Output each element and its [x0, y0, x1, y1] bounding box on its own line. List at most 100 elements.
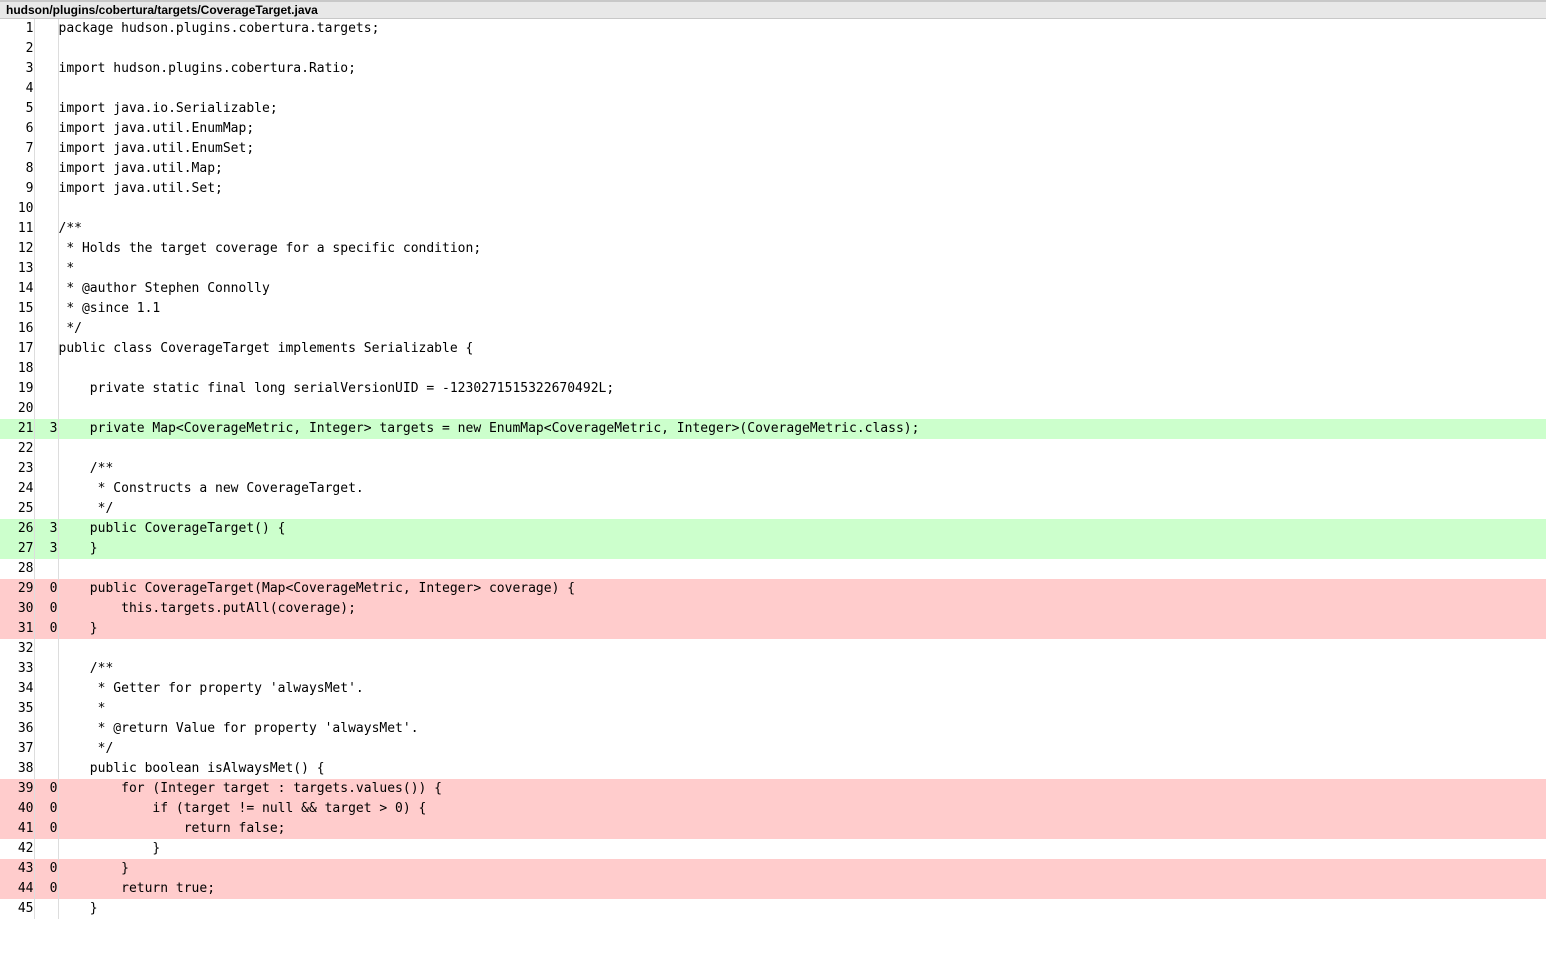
line-number: 31	[0, 619, 34, 639]
hit-count	[34, 379, 58, 399]
line-number: 36	[0, 719, 34, 739]
code-content[interactable]	[58, 439, 1546, 459]
line-number: 12	[0, 239, 34, 259]
code-line: 3import hudson.plugins.cobertura.Ratio;	[0, 59, 1546, 79]
code-line: 410 return false;	[0, 819, 1546, 839]
code-content[interactable]: import java.util.Set;	[58, 179, 1546, 199]
hit-count	[34, 679, 58, 699]
hit-count	[34, 239, 58, 259]
hit-count	[34, 359, 58, 379]
hit-count: 3	[34, 419, 58, 439]
code-content[interactable]: }	[58, 859, 1546, 879]
line-number: 18	[0, 359, 34, 379]
code-content[interactable]: public CoverageTarget(Map<CoverageMetric…	[58, 579, 1546, 599]
code-line: 1package hudson.plugins.cobertura.target…	[0, 19, 1546, 39]
code-content[interactable]: package hudson.plugins.cobertura.targets…	[58, 19, 1546, 39]
code-content[interactable]: /**	[58, 459, 1546, 479]
code-content[interactable]: */	[58, 499, 1546, 519]
code-content[interactable]: for (Integer target : targets.values()) …	[58, 779, 1546, 799]
hit-count: 0	[34, 619, 58, 639]
code-content[interactable]: /**	[58, 219, 1546, 239]
code-content[interactable]: }	[58, 539, 1546, 559]
hit-count	[34, 99, 58, 119]
line-number: 9	[0, 179, 34, 199]
code-viewer[interactable]: 1package hudson.plugins.cobertura.target…	[0, 19, 1546, 966]
hit-count	[34, 839, 58, 859]
code-content[interactable]	[58, 199, 1546, 219]
hit-count	[34, 699, 58, 719]
line-number: 27	[0, 539, 34, 559]
code-line: 38 public boolean isAlwaysMet() {	[0, 759, 1546, 779]
code-content[interactable]: * Getter for property 'alwaysMet'.	[58, 679, 1546, 699]
code-content[interactable]: return false;	[58, 819, 1546, 839]
hit-count	[34, 439, 58, 459]
code-content[interactable]	[58, 359, 1546, 379]
code-line: 22	[0, 439, 1546, 459]
code-content[interactable]: this.targets.putAll(coverage);	[58, 599, 1546, 619]
hit-count	[34, 39, 58, 59]
code-content[interactable]: public CoverageTarget() {	[58, 519, 1546, 539]
code-content[interactable]: import java.util.EnumMap;	[58, 119, 1546, 139]
code-line: 7import java.util.EnumSet;	[0, 139, 1546, 159]
code-line: 4	[0, 79, 1546, 99]
code-content[interactable]: */	[58, 739, 1546, 759]
line-number: 22	[0, 439, 34, 459]
code-content[interactable]: private static final long serialVersionU…	[58, 379, 1546, 399]
code-line: 45 }	[0, 899, 1546, 919]
code-content[interactable]: * @since 1.1	[58, 299, 1546, 319]
hit-count	[34, 79, 58, 99]
line-number: 24	[0, 479, 34, 499]
code-line: 9 import java.util.Set;	[0, 179, 1546, 199]
code-content[interactable]: * Holds the target coverage for a specif…	[58, 239, 1546, 259]
code-content[interactable]: }	[58, 839, 1546, 859]
code-content[interactable]: }	[58, 899, 1546, 919]
code-content[interactable]: import java.io.Serializable;	[58, 99, 1546, 119]
line-number: 41	[0, 819, 34, 839]
line-number: 14	[0, 279, 34, 299]
code-content[interactable]: return true;	[58, 879, 1546, 899]
code-content[interactable]: private Map<CoverageMetric, Integer> tar…	[58, 419, 1546, 439]
code-content[interactable]	[58, 39, 1546, 59]
code-content[interactable]	[58, 79, 1546, 99]
code-content[interactable]: *	[58, 259, 1546, 279]
code-content[interactable]	[58, 559, 1546, 579]
line-number: 17	[0, 339, 34, 359]
code-line: 310 }	[0, 619, 1546, 639]
line-number: 43	[0, 859, 34, 879]
code-content[interactable]: if (target != null && target > 0) {	[58, 799, 1546, 819]
code-content[interactable]: public class CoverageTarget implements S…	[58, 339, 1546, 359]
code-content[interactable]	[58, 399, 1546, 419]
code-line: 8 import java.util.Map;	[0, 159, 1546, 179]
code-line: 5import java.io.Serializable;	[0, 99, 1546, 119]
code-content[interactable]: * Constructs a new CoverageTarget.	[58, 479, 1546, 499]
line-number: 35	[0, 699, 34, 719]
code-content[interactable]	[58, 639, 1546, 659]
code-content[interactable]: import hudson.plugins.cobertura.Ratio;	[58, 59, 1546, 79]
code-line: 35 *	[0, 699, 1546, 719]
line-number: 29	[0, 579, 34, 599]
code-content[interactable]: /**	[58, 659, 1546, 679]
hit-count	[34, 479, 58, 499]
hit-count: 3	[34, 539, 58, 559]
code-content[interactable]: import java.util.Map;	[58, 159, 1546, 179]
code-content[interactable]: * @author Stephen Connolly	[58, 279, 1546, 299]
code-line: 6import java.util.EnumMap;	[0, 119, 1546, 139]
code-content[interactable]: * @return Value for property 'alwaysMet'…	[58, 719, 1546, 739]
code-line: 32	[0, 639, 1546, 659]
code-content[interactable]: *	[58, 699, 1546, 719]
code-line: 11/**	[0, 219, 1546, 239]
code-content[interactable]: */	[58, 319, 1546, 339]
code-content[interactable]: public boolean isAlwaysMet() {	[58, 759, 1546, 779]
line-number: 33	[0, 659, 34, 679]
hit-count	[34, 719, 58, 739]
code-table: 1package hudson.plugins.cobertura.target…	[0, 19, 1546, 919]
code-content[interactable]: import java.util.EnumSet;	[58, 139, 1546, 159]
hit-count: 0	[34, 579, 58, 599]
line-number: 40	[0, 799, 34, 819]
hit-count	[34, 259, 58, 279]
line-number: 8	[0, 159, 34, 179]
line-number: 25	[0, 499, 34, 519]
code-line: 290 public CoverageTarget(Map<CoverageMe…	[0, 579, 1546, 599]
code-line: 42 }	[0, 839, 1546, 859]
code-content[interactable]: }	[58, 619, 1546, 639]
